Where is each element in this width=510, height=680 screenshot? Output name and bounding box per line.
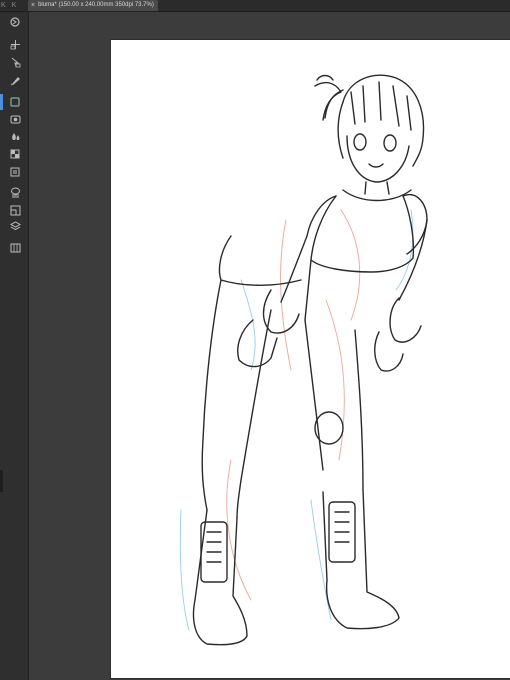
tool-palette (0, 12, 29, 680)
pen-tool-active-indicator[interactable] (0, 94, 21, 110)
text-tool-icon[interactable] (9, 166, 21, 178)
drawing-canvas[interactable] (111, 40, 510, 678)
eraser-tool-icon[interactable] (9, 113, 21, 125)
pen-tool-icon[interactable] (9, 74, 21, 86)
paint-app-window: K K × bluma* (150.00 x 240.00mm 350dpi 7… (0, 0, 510, 680)
transform-tool-icon[interactable] (9, 56, 21, 68)
canvas-workspace[interactable] (29, 12, 510, 680)
tab-scroll-arrows[interactable]: K K (1, 0, 18, 11)
balloon-tool-icon[interactable] (9, 186, 21, 198)
document-tab[interactable]: × bluma* (150.00 x 240.00mm 350dpi 73.7%… (28, 0, 158, 11)
document-tab-bar: K K × bluma* (150.00 x 240.00mm 350dpi 7… (0, 0, 510, 12)
frame-tool-icon[interactable] (9, 241, 21, 253)
fill-tool-icon[interactable] (9, 130, 21, 142)
document-tab-title: bluma* (150.00 x 240.00mm 350dpi 73.7%) (38, 2, 154, 8)
layer-tool-icon[interactable] (9, 220, 21, 232)
move-tool-icon[interactable] (9, 38, 21, 50)
panel-collapse-handle[interactable] (0, 470, 3, 492)
gradient-tool-icon[interactable] (9, 148, 21, 160)
close-tab-icon[interactable]: × (31, 0, 35, 11)
zoom-tool-icon[interactable] (9, 16, 21, 28)
ruler-tool-icon[interactable] (9, 204, 21, 216)
line-art-drawing (179, 74, 428, 646)
